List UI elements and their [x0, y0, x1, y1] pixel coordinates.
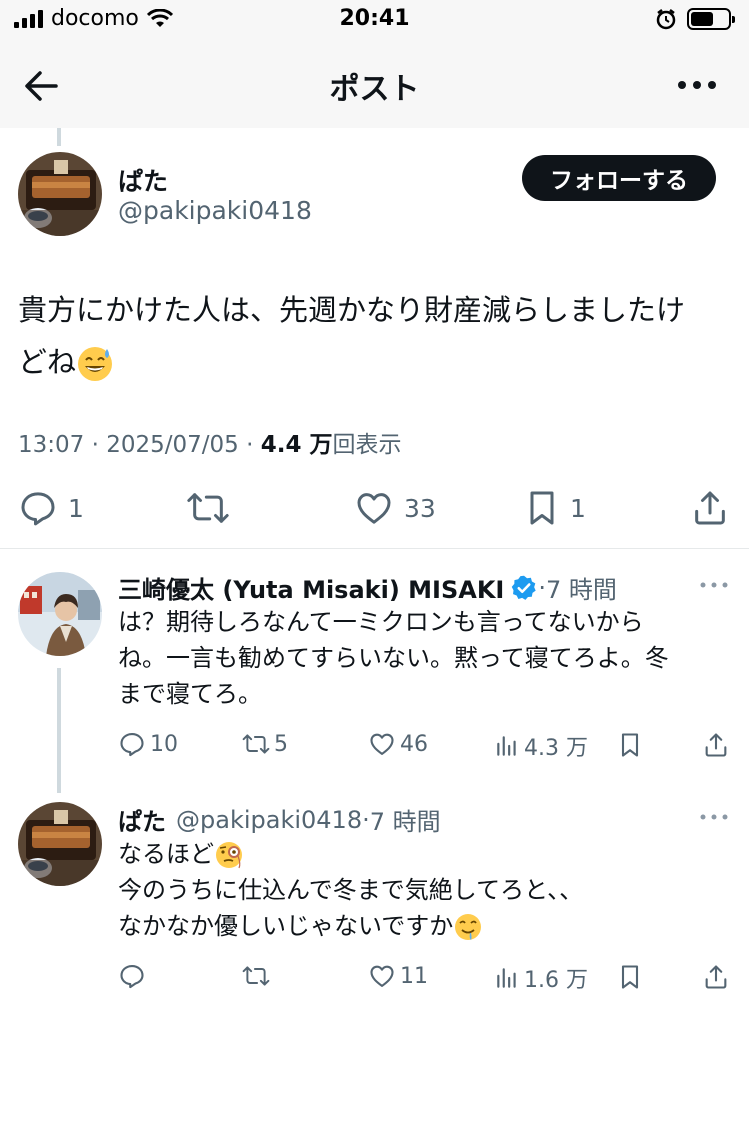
bookmark-icon[interactable]: [618, 963, 642, 991]
share-icon[interactable]: [702, 963, 730, 991]
reply-repost-action[interactable]: [242, 962, 270, 990]
post-text-line1: 貴方にかけた人は、先週かなり財産減らしましたけ: [18, 293, 686, 327]
author-handle[interactable]: @pakipaki0418: [118, 196, 312, 225]
repost-icon: [242, 734, 270, 754]
like-count: 33: [404, 493, 436, 523]
repost-icon: [187, 493, 229, 523]
reply-text-line3: まで寝てろ。: [118, 680, 262, 708]
more-options-icon[interactable]: [675, 70, 719, 100]
share-icon[interactable]: [702, 731, 730, 759]
author-avatar[interactable]: [18, 152, 102, 236]
post-text: 貴方にかけた人は、先週かなり財産減らしましたけ どね: [18, 284, 730, 388]
reply-like-count: 11: [400, 963, 428, 989]
reply-text-line2: ね。一言も勧めてすらいない。黙って寝てろよ。冬: [118, 644, 669, 672]
reply-icon: [120, 733, 144, 757]
post-meta: 13:07 · 2025/07/05 · 4.4 万回表示: [18, 432, 402, 458]
view-count[interactable]: 4.4 万: [261, 432, 333, 458]
follow-button[interactable]: フォローする: [522, 155, 716, 201]
sweat-smile-emoji-icon: [78, 347, 113, 381]
reply-more-icon[interactable]: [699, 580, 729, 590]
reply-repost-action[interactable]: 5: [242, 730, 288, 758]
analytics-icon: [497, 736, 516, 756]
reply-text-line2: 今のうちに仕込んで冬まで気絶してろと、、: [118, 876, 584, 904]
reply-thread-connector: [57, 668, 61, 793]
status-right: [655, 8, 735, 30]
heart-icon: [370, 733, 394, 755]
reply-icon: [21, 492, 55, 526]
page-title: ポスト: [329, 72, 420, 107]
post-text-line2: どね: [18, 345, 77, 379]
heart-icon: [370, 965, 394, 987]
reply-text-line1: なるほど: [118, 840, 214, 868]
reply-author-name[interactable]: ぱた: [118, 802, 166, 837]
post-action-bar: 1 33 1: [0, 484, 749, 532]
reply-view-count: 1.6 万: [524, 968, 588, 993]
reply-views-action[interactable]: 1.6 万: [494, 962, 588, 994]
reply-avatar[interactable]: [18, 572, 102, 656]
bookmark-count: 1: [570, 493, 586, 523]
reply-author-name[interactable]: 三崎優太 (Yuta Misaki) MISAKI: [118, 570, 504, 605]
monocle-face-emoji-icon: [216, 842, 242, 869]
like-action[interactable]: 33: [354, 488, 436, 528]
reply-count: 1: [68, 493, 84, 523]
analytics-icon: [497, 968, 516, 988]
verified-badge-icon: [512, 575, 537, 600]
view-count-suffix: 回表示: [332, 432, 402, 458]
reply-text-line1: は？期待しろなんて一ミクロンも言ってないから: [118, 608, 644, 636]
reply-avatar[interactable]: [18, 802, 102, 886]
repost-icon: [242, 966, 270, 986]
reply-like-action[interactable]: 46: [368, 730, 428, 758]
reply-time[interactable]: 7 時間: [546, 570, 617, 605]
heart-icon: [357, 493, 391, 524]
reply-time[interactable]: 7 時間: [370, 802, 441, 837]
reply-more-icon[interactable]: [699, 812, 729, 822]
reply-view-count: 4.3 万: [524, 736, 588, 761]
status-time: 20:41: [339, 6, 410, 31]
reply-reply-action[interactable]: [118, 962, 146, 990]
post-time: 13:07: [18, 432, 85, 458]
battery-icon: [687, 8, 735, 30]
reply-like-count: 46: [400, 731, 428, 757]
bookmark-icon[interactable]: [618, 731, 642, 759]
reply-action[interactable]: 1: [18, 488, 84, 528]
reply-icon: [120, 965, 144, 989]
share-action[interactable]: [690, 488, 730, 528]
drooling-face-emoji-icon: [455, 914, 482, 940]
reply-reply-action[interactable]: 10: [118, 730, 178, 758]
divider: [0, 548, 749, 549]
reply-like-action[interactable]: 11: [368, 962, 428, 990]
post-date: 2025/07/05: [106, 432, 239, 458]
reply-header: ぱた @pakipaki0418 · 7 時間: [118, 802, 441, 837]
share-icon: [695, 491, 725, 525]
author-name[interactable]: ぱた: [118, 162, 168, 198]
repost-action[interactable]: [186, 488, 230, 528]
bookmark-action[interactable]: 1: [524, 488, 586, 528]
reply-repost-count: 5: [274, 731, 288, 757]
reply-views-action[interactable]: 4.3 万: [494, 730, 588, 762]
nav-bar: ポスト: [0, 44, 749, 128]
status-bar: docomo 20:41: [0, 0, 749, 44]
reply-text-line3: なかなか優しいじゃないですか: [118, 912, 454, 940]
bookmark-icon: [530, 491, 554, 525]
reply-author-handle[interactable]: @pakipaki0418: [176, 806, 362, 834]
alarm-icon: [656, 9, 676, 30]
reply-text: は？期待しろなんて一ミクロンも言ってないから ね。一言も勧めてすらいない。黙って…: [118, 604, 730, 712]
reply-text: なるほど 今のうちに仕込んで冬まで気絶してろと、、 なかなか優しいじゃないですか: [118, 836, 730, 944]
thread-connector: [57, 128, 61, 146]
reply-header: 三崎優太 (Yuta Misaki) MISAKI · 7 時間: [118, 570, 617, 605]
reply-reply-count: 10: [150, 731, 178, 757]
